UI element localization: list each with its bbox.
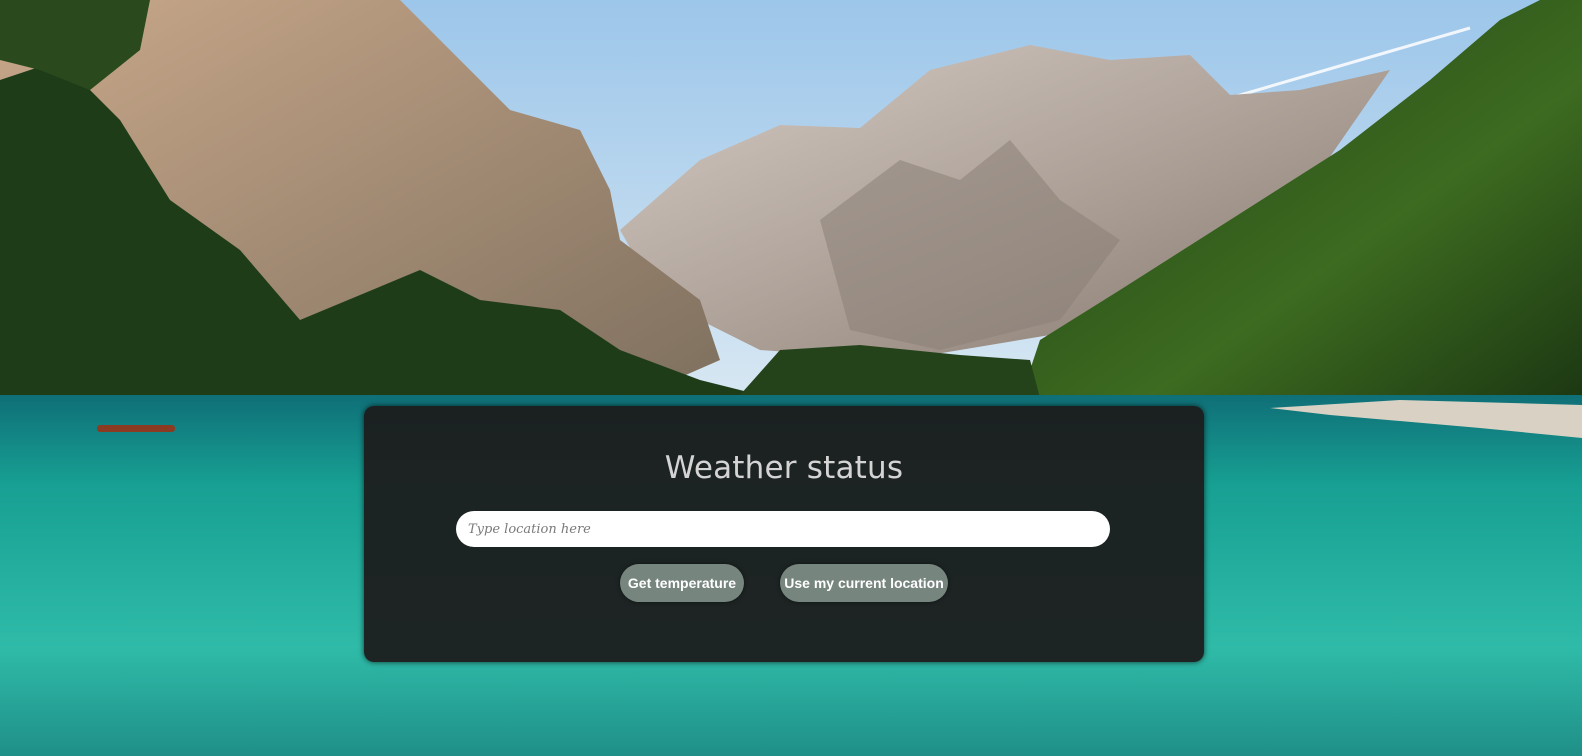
location-search-input[interactable] <box>456 511 1110 547</box>
use-current-location-button[interactable]: Use my current location <box>780 564 948 602</box>
weather-app-page: Weather status Get temperature Use my cu… <box>0 0 1582 756</box>
page-title: Weather status <box>664 450 904 486</box>
weather-panel: Weather status Get temperature Use my cu… <box>364 406 1204 662</box>
get-temperature-button[interactable]: Get temperature <box>620 564 744 602</box>
boat <box>97 425 175 432</box>
